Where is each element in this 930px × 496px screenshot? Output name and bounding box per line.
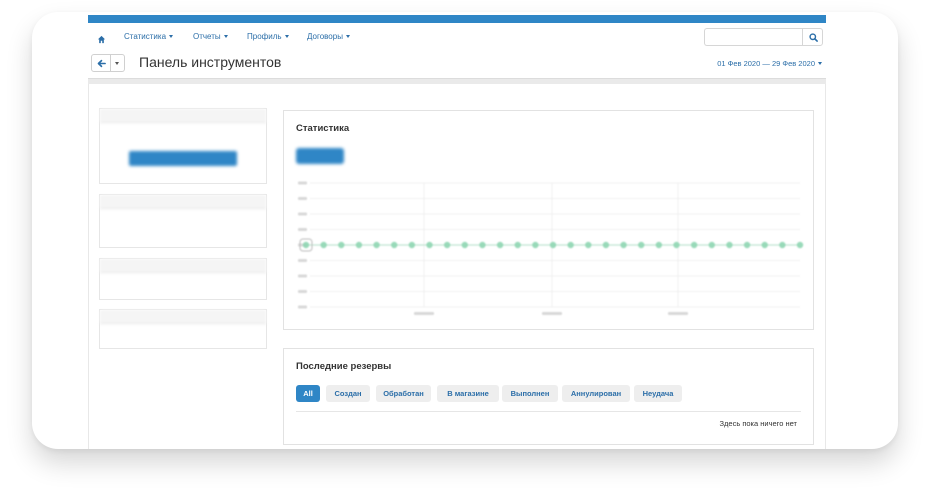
chart-data-point — [426, 241, 433, 249]
home-icon[interactable] — [97, 31, 106, 44]
chart-data-point — [514, 241, 521, 249]
chart-y-tick-label — [298, 305, 307, 309]
tab-cancelled[interactable]: Аннулирован — [562, 385, 630, 402]
nav-item-profile-label: Профиль — [247, 32, 282, 41]
statistics-panel: Статистика — [283, 110, 814, 330]
dashboard-app: Статистика Отчеты Профиль Договоры Панел… — [88, 12, 826, 449]
date-range-label: 01 Фев 2020 — 29 Фев 2020 — [717, 59, 815, 68]
screenshot-card: Статистика Отчеты Профиль Договоры Панел… — [32, 12, 898, 449]
chart-data-point — [690, 241, 698, 249]
chevron-down-icon — [115, 62, 119, 65]
chart-data-point — [479, 241, 486, 249]
chart-data-point — [373, 241, 380, 249]
history-dropdown-button[interactable] — [111, 54, 125, 72]
chart-data-point — [496, 241, 504, 249]
nav-item-profile[interactable]: Профиль — [247, 32, 289, 41]
chart-data-point — [673, 241, 680, 249]
chart-data-point — [743, 241, 751, 249]
stat-widget-header — [100, 259, 266, 273]
chart-data-point — [726, 241, 733, 249]
page-header: Панель инструментов 01 Фев 2020 — 29 Фев… — [88, 52, 826, 76]
search-input[interactable] — [704, 28, 802, 46]
stat-widget-subvalue — [100, 229, 266, 237]
chart-data-point — [585, 241, 592, 249]
top-bar — [88, 15, 826, 23]
tab-completed[interactable]: Выполнен — [502, 385, 558, 402]
page-title: Панель инструментов — [139, 54, 282, 70]
chart-data-point — [338, 241, 345, 249]
chart-x-tick-label — [542, 312, 562, 315]
chart-data-point — [779, 241, 786, 249]
reserves-empty-message: Здесь пока ничего нет — [719, 419, 798, 428]
tab-processed[interactable]: Обработан — [376, 385, 431, 402]
search-icon — [809, 33, 818, 42]
stat-widget-header — [100, 109, 266, 123]
chart-y-tick-label — [298, 290, 307, 293]
chart-y-tick-label — [298, 274, 307, 278]
tab-failed[interactable]: Неудача — [634, 385, 682, 402]
chart-data-point — [461, 241, 468, 249]
stat-widget-sales — [99, 194, 267, 248]
chart-data-point — [549, 241, 557, 249]
stat-widget-value — [100, 330, 266, 344]
stat-spacer — [100, 123, 266, 131]
chart-y-tick-label — [298, 259, 307, 262]
chart-data-point — [655, 241, 663, 249]
chart-data-point — [302, 241, 310, 249]
chart-data-point — [602, 241, 610, 249]
chart-data-point — [532, 241, 539, 249]
chart-data-point — [567, 241, 574, 249]
chart-y-tick-label — [298, 197, 307, 200]
stat-widget-header — [100, 310, 266, 324]
statistics-chart — [298, 181, 804, 315]
chevron-down-icon — [345, 35, 350, 38]
nav-item-contracts[interactable]: Договоры — [307, 32, 350, 41]
chart-y-tick-label — [298, 181, 307, 185]
chevron-down-icon — [284, 35, 289, 38]
chart-y-tick-label — [298, 212, 307, 216]
tab-in-store[interactable]: В магазине — [437, 385, 499, 402]
chart-data-point — [355, 241, 363, 249]
chart-data-point — [796, 241, 804, 249]
chart-data-point — [638, 241, 645, 249]
reserves-panel-title: Последние резервы — [296, 361, 392, 372]
nav-item-contracts-label: Договоры — [307, 32, 343, 41]
tab-all[interactable]: All — [296, 385, 320, 402]
reserves-panel: Последние резервы All Создан Обработан В… — [283, 348, 814, 445]
chevron-down-icon — [169, 35, 174, 38]
chevron-down-icon — [223, 35, 228, 38]
stat-widget-value — [100, 279, 266, 293]
stat-widget-items — [99, 258, 267, 300]
stat-widget-button[interactable] — [129, 151, 237, 166]
nav-item-statistics[interactable]: Статистика — [124, 32, 174, 41]
nav-item-reports-label: Отчеты — [193, 32, 221, 41]
chart-data-point — [620, 241, 627, 249]
nav-item-statistics-label: Статистика — [124, 32, 167, 41]
chart-data-point — [761, 241, 768, 249]
chart-data-point — [320, 241, 327, 249]
chart-data-point — [443, 241, 451, 249]
back-button[interactable] — [91, 54, 111, 72]
tabs-divider — [296, 411, 801, 412]
arrow-left-icon — [97, 59, 106, 68]
chart-y-tick-label — [298, 228, 307, 231]
stat-widget-reserved — [99, 309, 267, 349]
chart-data-point — [408, 241, 416, 249]
search-button[interactable] — [802, 28, 823, 46]
nav-item-reports[interactable]: Отчеты — [193, 32, 228, 41]
chart-data-point — [708, 241, 715, 249]
stat-widget-header — [100, 195, 266, 209]
chart-x-tick-label — [668, 312, 688, 315]
date-range-picker[interactable]: 01 Фев 2020 — 29 Фев 2020 — [717, 59, 822, 68]
stat-widget-balance — [99, 108, 267, 184]
stat-widget-value — [100, 215, 266, 229]
tab-created[interactable]: Создан — [326, 385, 370, 402]
chart-data-point — [391, 241, 398, 249]
stat-widget-value — [100, 131, 266, 145]
chart-x-tick-label — [414, 312, 434, 315]
dashboard-content: Статистика Последние резервы All Создан … — [88, 84, 826, 449]
chevron-down-icon — [818, 62, 822, 65]
